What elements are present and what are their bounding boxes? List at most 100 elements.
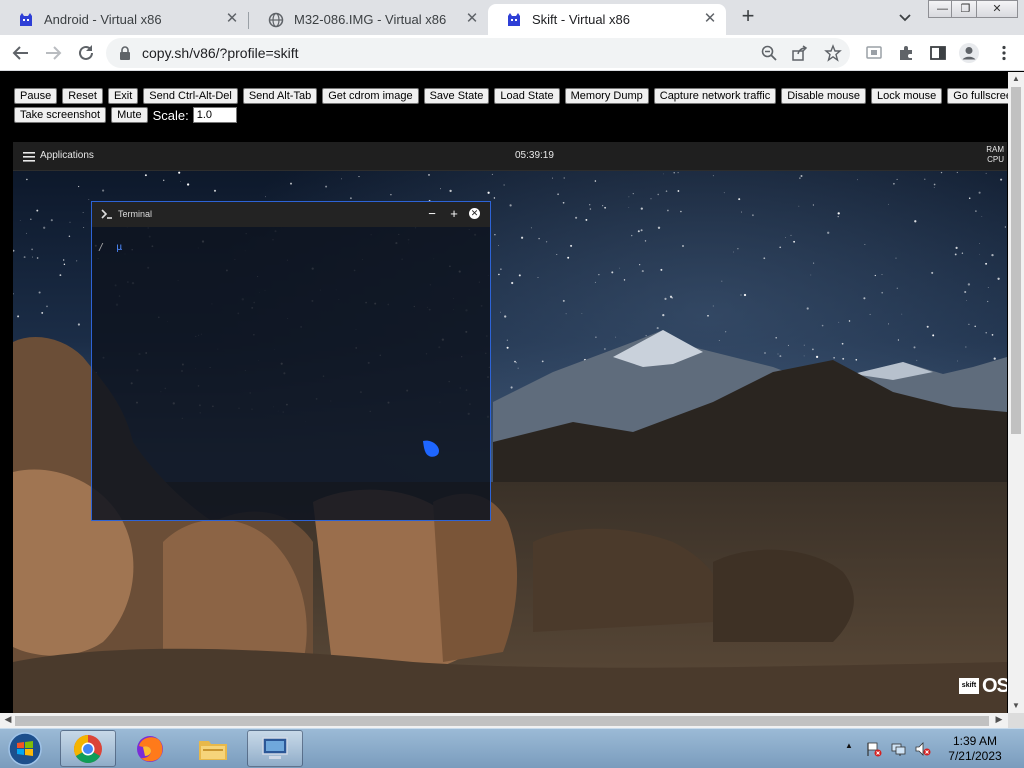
taskbar-chrome[interactable] xyxy=(60,730,116,767)
firefox-icon xyxy=(137,736,163,762)
v86-page: Pause Reset Exit Send Ctrl-Alt-Del Send … xyxy=(0,72,1008,713)
cast-icon[interactable] xyxy=(865,44,883,62)
mute-button[interactable]: Mute xyxy=(111,107,148,123)
kebab-menu-icon[interactable] xyxy=(995,44,1013,62)
new-tab-button[interactable]: + xyxy=(737,5,759,28)
v86-controls-row-2: Take screenshot Mute Scale: xyxy=(14,107,237,123)
take-screenshot-button[interactable]: Take screenshot xyxy=(14,107,107,123)
share-icon[interactable] xyxy=(790,44,808,62)
address-bar[interactable]: copy.sh/v86/?profile=skift xyxy=(106,38,850,68)
clock-time: 1:39 AM xyxy=(952,734,998,748)
terminal-title: Terminal xyxy=(118,209,153,219)
tab-title: Android - Virtual x86 xyxy=(44,12,162,27)
chrome-icon xyxy=(74,735,102,763)
terminal-titlebar[interactable]: Terminal − + ✕ xyxy=(92,202,490,227)
send-ctrl-alt-del-button[interactable]: Send Ctrl-Alt-Del xyxy=(143,88,238,104)
taskbar-file-explorer[interactable] xyxy=(186,730,242,767)
capture-network-traffic-button[interactable]: Capture network traffic xyxy=(653,88,777,104)
reset-button[interactable]: Reset xyxy=(62,88,103,104)
scrollbar-corner xyxy=(1008,713,1024,728)
windows-taskbar: ▲ 1:39 AM 7/21/2023 xyxy=(0,728,1024,768)
hamburger-menu-icon[interactable] xyxy=(23,152,35,162)
clock-date: 7/21/2023 xyxy=(948,749,1002,763)
reload-icon[interactable] xyxy=(75,42,97,64)
tab-title: M32-086.IMG - Virtual x86 xyxy=(294,12,447,27)
save-state-button[interactable]: Save State xyxy=(423,88,490,104)
taskbar-remote-desktop[interactable] xyxy=(247,730,303,767)
taskbar-firefox[interactable] xyxy=(123,730,179,767)
terminal-close-button[interactable]: ✕ xyxy=(469,208,480,219)
zoom-icon[interactable] xyxy=(760,44,778,62)
prompt-path: / xyxy=(98,242,105,253)
pause-button[interactable]: Pause xyxy=(14,88,58,104)
terminal-prompt-icon xyxy=(101,209,112,219)
tab-skift[interactable]: Skift - Virtual x86 ✕ xyxy=(488,4,726,35)
forward-arrow-icon[interactable] xyxy=(42,42,64,64)
prompt-symbol: µ xyxy=(116,242,123,253)
action-center-flag-icon[interactable] xyxy=(866,741,882,757)
load-state-button[interactable]: Load State xyxy=(494,88,560,104)
v86-logo-icon xyxy=(508,12,520,26)
mouse-cursor-icon xyxy=(423,440,439,457)
close-window-button[interactable]: ✕ xyxy=(976,0,1018,18)
scroll-right-arrow-icon[interactable]: ▶ xyxy=(993,714,1005,726)
browser-toolbar: copy.sh/v86/?profile=skift xyxy=(0,35,1024,71)
extensions-puzzle-icon[interactable] xyxy=(897,44,915,62)
vertical-scroll-thumb[interactable] xyxy=(1011,87,1021,434)
skift-os-logo: skift OS xyxy=(959,674,1007,697)
bookmark-star-icon[interactable] xyxy=(824,44,842,62)
close-tab-icon[interactable]: ✕ xyxy=(464,11,480,27)
get-cdrom-image-button[interactable]: Get cdrom image xyxy=(322,88,419,104)
back-arrow-icon[interactable] xyxy=(10,42,32,64)
network-icon[interactable] xyxy=(891,741,907,757)
terminal-window[interactable]: Terminal − + ✕ / µ xyxy=(91,201,491,521)
url-text[interactable]: copy.sh/v86/?profile=skift xyxy=(142,45,299,61)
tab-separator xyxy=(248,12,249,29)
applications-menu[interactable]: Applications xyxy=(40,150,94,161)
windows-start-icon[interactable] xyxy=(4,731,46,767)
skift-logo-box: skift xyxy=(959,678,979,694)
chevron-down-icon[interactable] xyxy=(896,8,914,26)
lock-icon[interactable] xyxy=(118,46,132,60)
close-tab-icon[interactable]: ✕ xyxy=(702,11,718,27)
scale-input[interactable] xyxy=(192,107,237,123)
scroll-up-arrow-icon[interactable]: ▲ xyxy=(1011,74,1021,84)
terminal-maximize-button[interactable]: + xyxy=(447,207,461,221)
horizontal-scroll-thumb[interactable] xyxy=(15,716,989,726)
horizontal-scrollbar[interactable]: ◀ ▶ xyxy=(0,713,1008,728)
profile-avatar-icon[interactable] xyxy=(958,42,980,64)
file-explorer-icon xyxy=(199,741,227,760)
skift-logo-text: OS xyxy=(982,674,1007,697)
remote-desktop-icon xyxy=(262,737,288,759)
tab-android[interactable]: Android - Virtual x86 ✕ xyxy=(0,4,248,35)
system-clock[interactable]: 1:39 AM 7/21/2023 xyxy=(940,734,1010,764)
terminal-prompt-line[interactable]: / µ xyxy=(98,242,122,253)
disable-mouse-button[interactable]: Disable mouse xyxy=(781,88,866,104)
lock-mouse-button[interactable]: Lock mouse xyxy=(870,88,943,104)
send-alt-tab-button[interactable]: Send Alt-Tab xyxy=(242,88,318,104)
tab-strip: Android - Virtual x86 ✕ M32-086.IMG - Vi… xyxy=(0,0,1024,35)
panel-clock: 05:39:19 xyxy=(515,150,554,161)
tab-title: Skift - Virtual x86 xyxy=(532,12,631,27)
cpu-label: CPU xyxy=(987,155,1004,164)
skift-top-panel: Applications 05:39:19 RAM CPU xyxy=(13,142,1007,171)
exit-button[interactable]: Exit xyxy=(107,88,139,104)
close-tab-icon[interactable]: ✕ xyxy=(224,11,240,27)
scroll-down-arrow-icon[interactable]: ▼ xyxy=(1011,701,1021,711)
scale-label: Scale: xyxy=(152,107,189,123)
side-panel-icon[interactable] xyxy=(929,44,947,62)
terminal-minimize-button[interactable]: − xyxy=(425,207,439,221)
emulator-screen[interactable]: Applications 05:39:19 RAM CPU Terminal −… xyxy=(13,142,1007,713)
go-fullscreen-button[interactable]: Go fullscreen xyxy=(947,88,1008,104)
vertical-scrollbar[interactable]: ▲ ▼ xyxy=(1008,72,1024,713)
globe-icon xyxy=(268,12,284,27)
resource-monitor[interactable]: RAM CPU xyxy=(968,145,1006,169)
tab-m32[interactable]: M32-086.IMG - Virtual x86 ✕ xyxy=(250,4,488,35)
show-hidden-icons-icon[interactable]: ▲ xyxy=(845,741,855,751)
ram-label: RAM xyxy=(986,145,1004,154)
volume-muted-icon[interactable] xyxy=(915,741,931,757)
memory-dump-button[interactable]: Memory Dump xyxy=(564,88,649,104)
v86-logo-icon xyxy=(20,12,32,26)
v86-controls-row-1: Pause Reset Exit Send Ctrl-Alt-Del Send … xyxy=(14,88,1008,104)
scroll-left-arrow-icon[interactable]: ◀ xyxy=(2,714,14,726)
